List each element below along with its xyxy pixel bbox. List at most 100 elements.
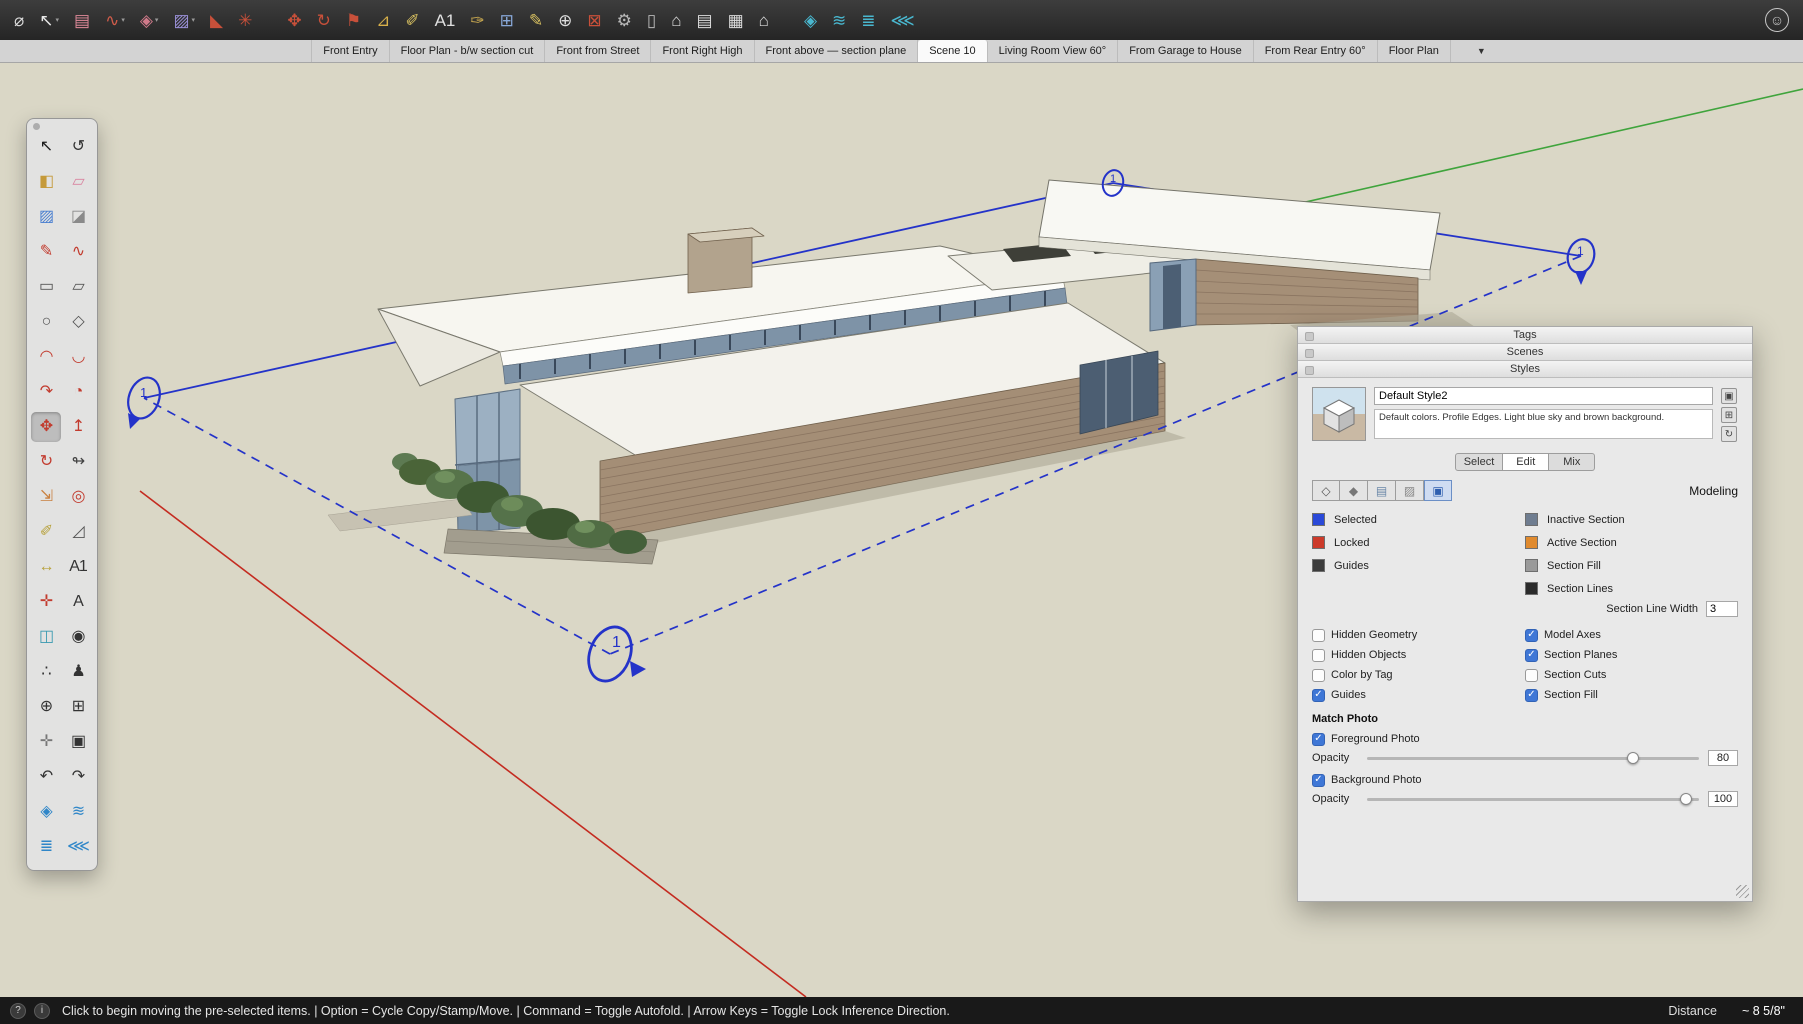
panel-grid-icon[interactable]: ▦ (728, 12, 744, 29)
scene-tab-floor-plan-b-w-section-cut[interactable]: Floor Plan - b/w section cut (390, 40, 546, 62)
section-lines-display-icon[interactable]: ⋘ (63, 832, 93, 862)
dropdown-caret-icon[interactable]: ▾ (56, 17, 60, 24)
previous-view-icon[interactable]: ↶ (31, 762, 61, 792)
swatch-locked[interactable]: Locked (1312, 535, 1525, 550)
pattern-paint-icon[interactable]: ▨ (31, 202, 61, 232)
zoom-window-tool-icon[interactable]: ⊞ (63, 692, 93, 722)
panel-resize-handle[interactable] (1736, 885, 1749, 898)
checkbox-icon[interactable] (1312, 669, 1325, 682)
duplicate-style-button[interactable]: ⊞ (1721, 407, 1737, 423)
arc-tool-icon[interactable]: ◠ (31, 342, 61, 372)
look-around-tool-icon[interactable]: ◉ (63, 622, 93, 652)
checkbox-color-by-tag[interactable]: Color by Tag (1312, 668, 1525, 682)
checkbox-section-cuts[interactable]: Section Cuts (1525, 668, 1738, 682)
section-display-icon[interactable]: ≋ (832, 12, 846, 29)
style-name-input[interactable] (1374, 387, 1713, 405)
opacity-slider-thumb[interactable] (1627, 752, 1639, 764)
info-icon[interactable]: i (34, 1003, 50, 1019)
pan-tool-icon[interactable]: ✛ (31, 727, 61, 757)
walk-tool-icon[interactable]: ∴ (31, 657, 61, 687)
checkbox-icon[interactable]: ✓ (1312, 774, 1325, 787)
column-icon[interactable]: ▯ (647, 12, 656, 29)
swatch-color-box[interactable] (1525, 582, 1538, 595)
dropdown-caret-icon[interactable]: ▾ (121, 17, 125, 24)
swatch-color-box[interactable] (1312, 559, 1325, 572)
face-settings-icon[interactable]: ◆ (1340, 480, 1368, 501)
opacity-slider[interactable] (1367, 798, 1699, 801)
push-pull-tool-icon[interactable]: ↥ (63, 412, 93, 442)
scene-tab-floor-plan[interactable]: Floor Plan (1378, 40, 1451, 62)
tray-section-styles[interactable]: Styles (1298, 361, 1752, 378)
checkbox-section-fill[interactable]: ✓Section Fill (1525, 688, 1738, 702)
scale-tool-icon[interactable]: ⇲ (31, 482, 61, 512)
scene-tab-from-garage-to-house[interactable]: From Garage to House (1118, 40, 1254, 62)
circle-tool-icon[interactable]: ○ (31, 307, 61, 337)
account-icon[interactable]: ☺ (1765, 8, 1789, 32)
two-point-arc-tool-icon[interactable]: ◡ (63, 342, 93, 372)
section-lines-icon[interactable]: ⋘ (891, 12, 915, 29)
shape-tool-icon[interactable]: ◈▾ (140, 12, 159, 29)
text-label-icon[interactable]: A1 (435, 12, 456, 29)
zoom-in-icon[interactable]: ⊕ (558, 12, 572, 29)
palette-close-icon[interactable] (33, 123, 40, 130)
tray-section-scenes[interactable]: Scenes (1298, 344, 1752, 361)
tape-measure-icon[interactable]: ✐ (31, 517, 61, 547)
brush-grid-icon[interactable]: ⊞ (500, 12, 514, 29)
checkbox-icon[interactable]: ✓ (1525, 689, 1538, 702)
next-view-icon[interactable]: ↷ (63, 762, 93, 792)
scene-tab-scene-10[interactable]: Scene 10 (918, 40, 987, 62)
swatch-active-section[interactable]: Active Section (1525, 535, 1738, 550)
zoom-select-icon[interactable]: ⊠ (587, 12, 601, 29)
styles-tab-select[interactable]: Select (1455, 453, 1504, 471)
axes-tool-icon[interactable]: ✛ (31, 587, 61, 617)
stamp-tool-icon[interactable]: ✑ (470, 12, 484, 29)
style-thumbnail[interactable] (1312, 387, 1366, 441)
move-tool-icon[interactable]: ✥ (31, 412, 61, 442)
select-tool-icon[interactable]: ↖▾ (39, 12, 59, 29)
tape-measure-icon[interactable]: ✐ (405, 12, 419, 29)
zoom-extents-tool-icon[interactable]: ▣ (63, 727, 93, 757)
model-canvas[interactable]: 1 1 1 1 ↖↺◧▱▨◪✎∿▭▱○◇◠◡↷◔✥↥↻↬⇲◎✐◿↔A1✛A◫◉∴… (0, 63, 1803, 997)
tray-section-tags[interactable]: Tags (1298, 327, 1752, 344)
section-cut-display-icon[interactable]: ≋ (63, 797, 93, 827)
three-point-arc-tool-icon[interactable]: ↷ (31, 377, 61, 407)
freehand-tool-icon[interactable]: ∿ (63, 237, 93, 267)
scene-tabs-overflow-button[interactable]: ▼ (1471, 46, 1492, 56)
checkbox-section-planes[interactable]: ✓Section Planes (1525, 648, 1738, 662)
freehand-line-icon[interactable]: ∿▾ (105, 12, 125, 29)
watermark-settings-icon[interactable]: ▨ (1396, 480, 1424, 501)
home-icon[interactable]: ⌂ (671, 12, 681, 29)
checkbox-background-photo[interactable]: ✓Background Photo (1312, 773, 1738, 787)
swatch-section-fill[interactable]: Section Fill (1525, 558, 1738, 573)
opacity-slider[interactable] (1367, 757, 1699, 760)
distance-value-box[interactable]: ~ 8 5/8" (1725, 1004, 1785, 1018)
scene-tab-front-entry[interactable]: Front Entry (311, 40, 389, 62)
eraser-icon[interactable]: ▱ (63, 167, 93, 197)
text-tool-icon[interactable]: A1 (63, 552, 93, 582)
edge-settings-icon[interactable]: ◇ (1312, 480, 1340, 501)
rotate-tool-icon[interactable]: ↻ (317, 12, 331, 29)
rectangle-tool-icon[interactable]: ▭ (31, 272, 61, 302)
checkbox-foreground-photo[interactable]: ✓Foreground Photo (1312, 732, 1738, 746)
scene-tab-front-above-section-plane[interactable]: Front above — section plane (755, 40, 919, 62)
opacity-slider-thumb[interactable] (1680, 793, 1692, 805)
swatch-guides[interactable]: Guides (1312, 558, 1525, 573)
opacity-value-input[interactable]: 80 (1708, 750, 1738, 766)
checkbox-icon[interactable]: ✓ (1312, 733, 1325, 746)
checkbox-hidden-geometry[interactable]: Hidden Geometry (1312, 628, 1525, 642)
swatch-selected[interactable]: Selected (1312, 512, 1525, 527)
dropdown-caret-icon[interactable]: ▾ (192, 17, 196, 24)
swatch-color-box[interactable] (1525, 513, 1538, 526)
checkbox-icon[interactable]: ✓ (1525, 629, 1538, 642)
wedge-tool-icon[interactable]: ◣ (210, 12, 223, 29)
measure-triangle-icon[interactable]: ⊿ (376, 12, 390, 29)
gear-icon[interactable]: ⚙ (617, 12, 632, 29)
style-description[interactable]: Default colors. Profile Edges. Light blu… (1374, 409, 1713, 439)
refresh-style-button[interactable]: ↻ (1721, 426, 1737, 442)
swatch-color-box[interactable] (1312, 536, 1325, 549)
panel-left-icon[interactable]: ▤ (697, 12, 713, 29)
follow-me-tool-icon[interactable]: ↬ (63, 447, 93, 477)
checkbox-icon[interactable]: ✓ (1525, 649, 1538, 662)
section-plane-tool-icon[interactable]: ◫ (31, 622, 61, 652)
checkbox-icon[interactable] (1312, 629, 1325, 642)
